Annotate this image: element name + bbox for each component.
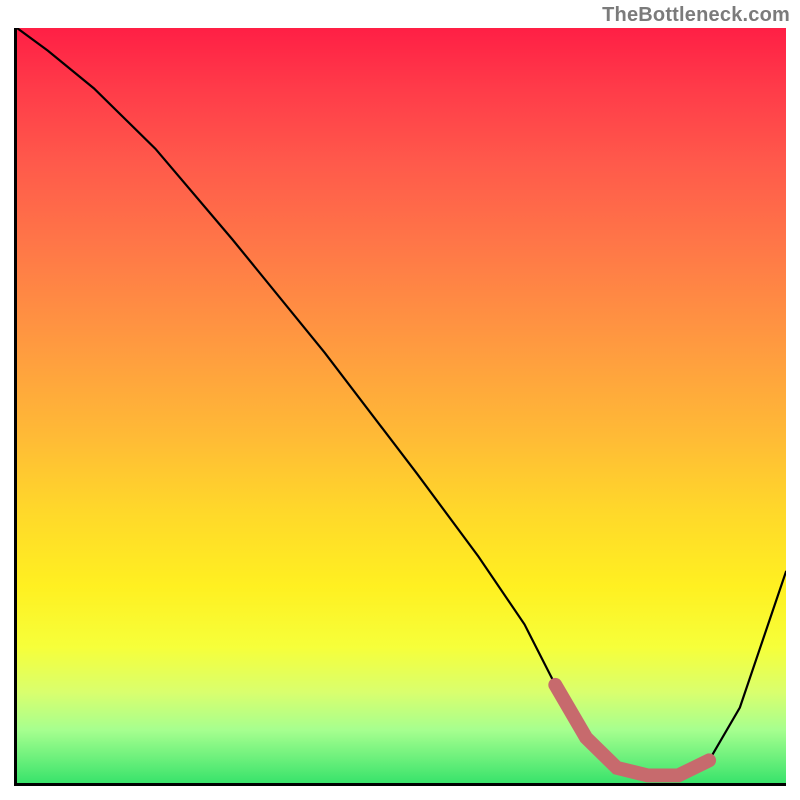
bottleneck-curve xyxy=(17,28,786,775)
chart-container: TheBottleneck.com xyxy=(0,0,800,800)
attribution-text: TheBottleneck.com xyxy=(602,4,790,27)
plot-area xyxy=(14,28,786,786)
optimal-range-highlight xyxy=(555,685,709,776)
curve-overlay xyxy=(17,28,786,783)
